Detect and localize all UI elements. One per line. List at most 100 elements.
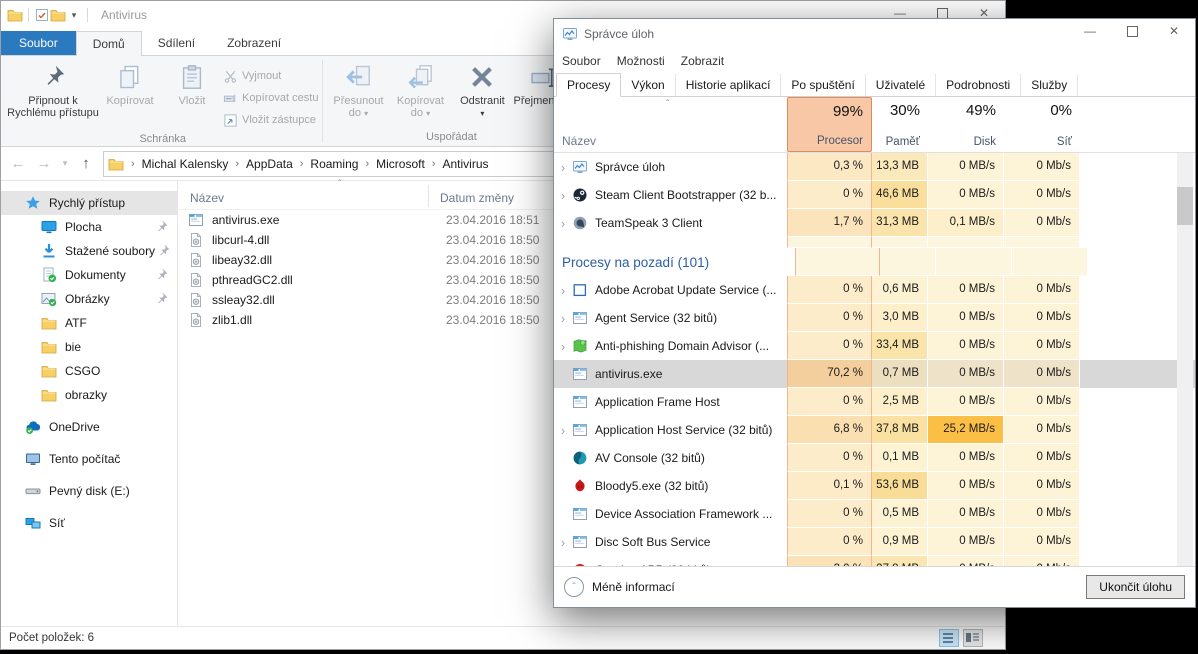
process-row[interactable]: ›Disc Soft Bus Service0 %0,9 MB0 MB/s0 M… (554, 528, 1195, 556)
new-folder-icon[interactable] (50, 7, 66, 23)
expand-chevron-icon[interactable]: › (554, 160, 572, 175)
ribbon-button-kopírovat[interactable]: Kopírovatdo ▾ (389, 58, 451, 129)
scrollbar[interactable] (1177, 153, 1193, 566)
sidebar-item-sta-en-soubory[interactable]: Stažené soubory (1, 239, 177, 263)
less-info-link[interactable]: Méně informací (592, 580, 675, 594)
process-row[interactable]: Bloody5.exe (32 bitů)0,1 %53,6 MB0 MB/s0… (554, 472, 1195, 500)
file-name: antivirus.exe (212, 213, 418, 227)
process-row[interactable]: ›Anti-phishing Domain Advisor (...0 %33,… (554, 332, 1195, 360)
ribbon-button-vyjmout[interactable]: Vyjmout (223, 65, 318, 87)
sidebar-item-tento-po-ta-[interactable]: Tento počítač (1, 447, 177, 471)
process-row[interactable]: ›Agent Service (32 bitů)0 %3,0 MB0 MB/s0… (554, 304, 1195, 332)
window-title: Správce úloh (584, 27, 654, 41)
process-row[interactable]: AV Console (32 bitů)0 %0,1 MB0 MB/s0 Mb/… (554, 444, 1195, 472)
expand-chevron-icon[interactable]: › (554, 283, 572, 298)
column-header-name[interactable]: ˆ Název (554, 97, 787, 152)
file-name: libeay32.dll (212, 253, 418, 267)
menu-soubor[interactable]: Soubor (562, 54, 601, 68)
expand-chevron-icon[interactable]: › (554, 188, 572, 203)
up-icon[interactable]: ↑ (73, 155, 99, 172)
sidebar-item-bie[interactable]: bie (1, 335, 177, 359)
column-header-s-[interactable]: 0%Síť (1004, 97, 1080, 152)
tab-zobrazení[interactable]: Zobrazení (211, 31, 297, 55)
ribbon-button-kopírovat-cestu[interactable]: Kopírovat cestu (223, 87, 318, 109)
expand-chevron-icon[interactable]: › (554, 423, 572, 438)
process-row[interactable]: Device Association Framework ...0 %0,5 M… (554, 500, 1195, 528)
process-row[interactable]: ›TeamSpeak 3 Client1,7 %31,3 MB0,1 MB/s0… (554, 209, 1195, 237)
menu-možnosti[interactable]: Možnosti (617, 54, 665, 68)
expand-chevron-icon[interactable]: › (554, 535, 572, 550)
sidebar-item-s-[interactable]: Síť (1, 511, 177, 535)
process-row[interactable]: ›Adobe Acrobat Update Service (...0 %0,6… (554, 276, 1195, 304)
process-row[interactable]: Gaming APP (32 bitů)3,0 %27,8 MB0 MB/s0 … (554, 556, 1195, 566)
back-icon[interactable]: ← (5, 155, 31, 172)
breadcrumb-separator-icon: › (235, 158, 239, 170)
menu-zobrazit[interactable]: Zobrazit (681, 54, 724, 68)
sidebar-item-dokumenty[interactable]: Dokumenty (1, 263, 177, 287)
group-header-label[interactable]: Procesy na pozadí (101) (562, 255, 709, 270)
memory-cell: 31,3 MB (872, 209, 928, 237)
sidebar-item-onedrive[interactable]: OneDrive (1, 415, 177, 439)
collapse-details-icon[interactable]: ˆ (564, 577, 584, 597)
network-cell: 0 Mb/s (1004, 500, 1080, 528)
sidebar-item-rychl-p-stup[interactable]: Rychlý přístup (1, 191, 177, 215)
tab-soubor[interactable]: Soubor (1, 31, 76, 55)
process-row[interactable]: ›Steam Client Bootstrapper (32 b...0 %46… (554, 181, 1195, 209)
scrollbar-thumb[interactable] (1177, 187, 1193, 225)
breadcrumb-item[interactable]: Roaming (310, 157, 358, 171)
pin-icon (155, 243, 171, 259)
taskmgr-tab-procesy[interactable]: Procesy (556, 73, 621, 97)
forward-icon[interactable]: → (31, 155, 57, 172)
breadcrumb-item[interactable]: Michal Kalensky (142, 157, 229, 171)
process-row[interactable]: ›Application Host Service (32 bitů)6,8 %… (554, 416, 1195, 444)
taskmgr-tab-v-kon[interactable]: Výkon (621, 74, 675, 96)
process-name: Správce úloh (595, 160, 665, 174)
taskmgr-tab-historie-aplikac-[interactable]: Historie aplikací (676, 74, 782, 96)
expand-chevron-icon[interactable]: › (554, 311, 572, 326)
taskmgr-tab-podrobnosti[interactable]: Podrobnosti (936, 74, 1021, 96)
process-row[interactable]: ›Správce úloh0,3 %13,3 MB0 MB/s0 Mb/s (554, 153, 1195, 181)
ribbon-button-přesunout[interactable]: Přesunoutdo ▾ (327, 58, 389, 129)
sidebar-item-pevn-disk-e-[interactable]: Pevný disk (E:) (1, 479, 177, 503)
sidebar-item-obrazky[interactable]: obrazky (1, 383, 177, 407)
ribbon-button-připnout-k[interactable]: Připnout kRychlému přístupu (7, 58, 99, 131)
sidebar-item-obr-zky[interactable]: Obrázky (1, 287, 177, 311)
maximize-button[interactable] (1111, 19, 1153, 43)
column-divider[interactable] (428, 185, 429, 207)
expand-chevron-icon[interactable]: › (554, 216, 572, 231)
sidebar-item-plocha[interactable]: Plocha (1, 215, 177, 239)
ribbon-button-vložit-zástupce[interactable]: Vložit zástupce (223, 109, 318, 131)
tab-domů[interactable]: Domů (76, 31, 142, 56)
taskmgr-tab-u-ivatel-[interactable]: Uživatelé (866, 74, 936, 96)
minimize-button[interactable]: — (1069, 19, 1111, 43)
taskmgr-tab-slu-by[interactable]: Služby (1021, 74, 1078, 96)
breadcrumb-item[interactable]: Antivirus (442, 157, 488, 171)
ribbon-button-vložit[interactable]: Vložit (161, 58, 223, 131)
end-task-button[interactable]: Ukončit úlohu (1086, 575, 1185, 599)
cpu-cell (795, 248, 880, 276)
ribbon-button-kopírovat[interactable]: Kopírovat (99, 58, 161, 131)
ribbon-button-odstranit[interactable]: Odstranit ▾ (451, 58, 513, 129)
qat-customize-icon[interactable]: ▾ (66, 10, 82, 21)
column-header-name[interactable]: Název (190, 191, 224, 205)
column-header-pam-[interactable]: 30%Paměť (872, 97, 928, 152)
tab-sdílení[interactable]: Sdílení (142, 31, 211, 55)
column-header-procesor[interactable]: 99%Procesor (787, 97, 872, 152)
network-icon (25, 515, 41, 531)
taskmgr-tab-po-spu-t-n-[interactable]: Po spuštění (781, 74, 865, 96)
cpu-cell: 0 % (787, 181, 872, 209)
close-button[interactable]: ✕ (1153, 19, 1195, 43)
sidebar-item-csgo[interactable]: CSGO (1, 359, 177, 383)
properties-icon[interactable] (34, 7, 50, 23)
column-header-date[interactable]: Datum změny (440, 191, 514, 205)
large-icons-view-icon[interactable] (963, 629, 983, 647)
column-header-disk[interactable]: 49%Disk (928, 97, 1004, 152)
process-row[interactable]: antivirus.exe70,2 %0,7 MB0 MB/s0 Mb/s (554, 360, 1195, 388)
breadcrumb-item[interactable]: AppData (246, 157, 293, 171)
breadcrumb-item[interactable]: Microsoft (376, 157, 425, 171)
history-chevron-icon[interactable]: ▾ (57, 158, 73, 169)
sidebar-item-atf[interactable]: ATF (1, 311, 177, 335)
expand-chevron-icon[interactable]: › (554, 339, 572, 354)
details-view-icon[interactable] (939, 629, 959, 647)
process-row[interactable]: Application Frame Host0 %2,5 MB0 MB/s0 M… (554, 388, 1195, 416)
